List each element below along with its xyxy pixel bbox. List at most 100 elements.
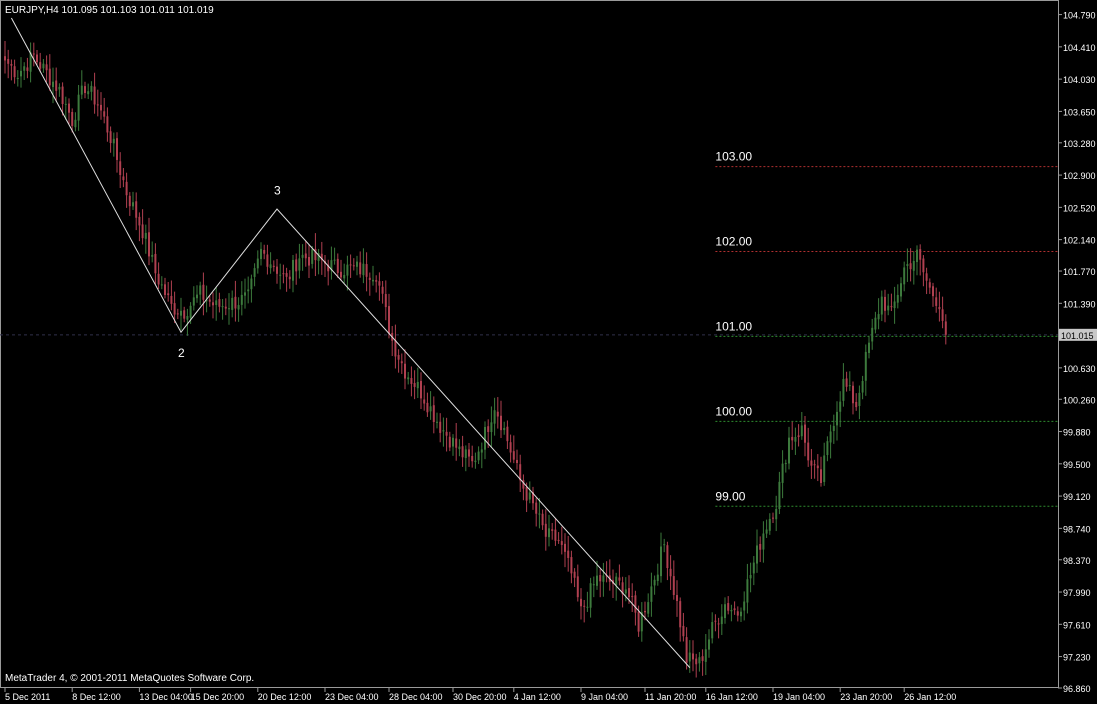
candle-body: [570, 557, 573, 574]
x-tick-label: 8 Dec 12:00: [72, 692, 121, 702]
candle-body: [42, 63, 45, 69]
candle-body: [196, 294, 198, 299]
candle-body: [695, 658, 698, 665]
candle-body: [855, 401, 858, 408]
x-tick-label: 16 Jan 12:00: [706, 692, 758, 702]
candle-body: [378, 281, 381, 286]
candle-body: [52, 81, 54, 88]
y-tick-label: 103.280: [1063, 139, 1096, 149]
candle-body: [333, 259, 336, 261]
copyright-label: MetaTrader 4, © 2001-2011 MetaQuotes Sof…: [5, 673, 254, 684]
candle-body: [413, 383, 416, 387]
candle-body: [647, 602, 650, 614]
candle-body: [916, 249, 918, 263]
wave-label-2: 2: [178, 346, 185, 360]
candle-body: [106, 116, 109, 133]
candle-body: [736, 611, 739, 616]
candle-body: [119, 161, 122, 175]
candle-body: [61, 86, 64, 104]
symbol-header: EURJPY,H4 101.095 101.103 101.011 101.01…: [5, 5, 214, 16]
candle-body: [288, 276, 291, 280]
x-tick-label: 19 Jan 04:00: [773, 692, 825, 702]
candle-body: [932, 286, 934, 297]
candle-body: [900, 283, 902, 297]
candle-body: [276, 266, 278, 274]
candle-body: [141, 224, 144, 239]
candle-body: [352, 265, 355, 267]
candle-body: [122, 176, 125, 181]
candle-body: [452, 437, 454, 447]
candle-body: [772, 517, 774, 519]
y-tick-label: 102.140: [1063, 236, 1096, 246]
candle-body: [244, 292, 246, 296]
candle-body: [157, 273, 160, 285]
candle-body: [407, 377, 410, 380]
candle-body: [138, 216, 141, 226]
candle-body: [224, 306, 227, 309]
candle-body: [7, 59, 10, 64]
candle-body: [877, 314, 880, 320]
candle-body: [583, 605, 586, 607]
candle-body: [656, 574, 659, 581]
candle-body: [618, 577, 621, 581]
candle-body: [919, 249, 922, 260]
candle-body: [896, 294, 899, 303]
candle-body: [679, 601, 682, 628]
candle-body: [535, 502, 538, 514]
candle-body: [500, 415, 502, 431]
candle-body: [410, 378, 413, 384]
candle-body: [832, 425, 835, 431]
candle-body: [487, 426, 490, 432]
candle-body: [717, 623, 720, 625]
candle-body: [202, 284, 205, 300]
candle-body: [538, 513, 541, 515]
candle-body: [752, 562, 755, 574]
y-tick-label: 101.770: [1063, 267, 1096, 277]
candle-body: [45, 64, 48, 71]
candle-body: [189, 305, 192, 318]
candle-body: [116, 138, 118, 160]
candle-body: [807, 442, 810, 461]
candle-body: [282, 273, 285, 275]
y-tick-label: 100.630: [1063, 364, 1096, 374]
y-tick-label: 97.990: [1063, 588, 1091, 598]
candle-body: [615, 576, 618, 586]
candle-body: [279, 274, 282, 276]
candle-body: [944, 321, 947, 335]
y-tick-label: 99.500: [1063, 460, 1091, 470]
candle-body: [221, 306, 224, 308]
candle-body: [436, 421, 438, 423]
candle-body: [432, 405, 435, 423]
candle-body: [423, 399, 426, 404]
candle-body: [496, 411, 499, 417]
candle-body: [87, 91, 90, 95]
candle-body: [928, 282, 931, 288]
candle-body: [173, 303, 176, 315]
level-label-2: 101.00: [715, 319, 752, 333]
candle-body: [448, 436, 451, 448]
candle-body: [672, 576, 675, 595]
candle-body: [170, 295, 173, 304]
candle-body: [372, 279, 374, 282]
candle-body: [740, 611, 742, 617]
candle-body: [256, 258, 259, 269]
x-tick-label: 11 Jan 20:00: [645, 692, 696, 702]
candle-body: [103, 111, 106, 117]
y-tick-label: 102.520: [1063, 203, 1096, 213]
candle-body: [71, 111, 74, 126]
candle-body: [266, 254, 269, 267]
level-label-4: 99.00: [715, 489, 745, 503]
candle-body: [599, 575, 602, 582]
price-chart[interactable]: 103.00102.00101.00100.0099.00 23 104.790…: [0, 0, 1097, 704]
candle-body: [397, 355, 400, 360]
y-tick-label: 97.610: [1063, 620, 1091, 630]
price-axis: 104.790 104.410 104.030 103.650 103.280 102.9…: [1058, 11, 1097, 694]
candle-body: [874, 317, 877, 330]
candle-body: [167, 293, 170, 296]
candle-body: [484, 426, 486, 450]
candle-body: [775, 508, 778, 520]
candle-body: [125, 181, 128, 196]
candle-body: [804, 424, 806, 443]
candle-body: [660, 546, 662, 577]
candle-body: [260, 248, 262, 260]
